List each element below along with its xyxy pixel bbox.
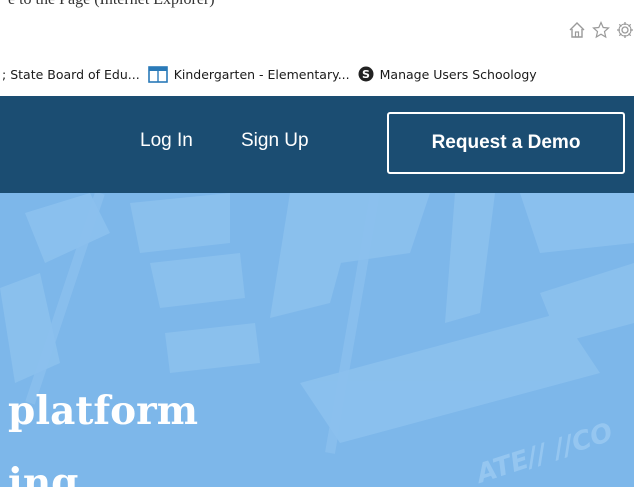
browser-window: e to the Page (Internet Explorer) — [0, 0, 634, 487]
favorite-label: State Board of Edu... — [10, 66, 140, 82]
star-icon[interactable] — [592, 21, 610, 39]
hero-banner: ATE// //CO platform ing — [0, 193, 634, 487]
hero-watermark-text: ATE// //CO — [471, 417, 617, 487]
site-header: Log In Sign Up Request a Demo — [0, 96, 634, 193]
svg-text:S: S — [362, 68, 370, 81]
favorites-bar: ; State Board of Edu... Kindergarten - E… — [0, 57, 634, 91]
favorite-prefix: ; — [2, 66, 7, 82]
schoology-icon: S — [358, 66, 374, 82]
signup-link[interactable]: Sign Up — [241, 130, 309, 152]
favorite-label: Manage Users Schoology — [379, 66, 537, 82]
gear-icon[interactable] — [616, 21, 634, 39]
page-icon — [147, 65, 168, 83]
home-icon[interactable] — [568, 21, 586, 39]
hero-heading-line2: ing — [8, 460, 79, 487]
favorite-kindergarten[interactable]: Kindergarten - Elementary... — [147, 65, 350, 83]
favorite-schoology[interactable]: S Manage Users Schoology — [358, 66, 537, 82]
login-link[interactable]: Log In — [140, 130, 193, 152]
request-demo-button[interactable]: Request a Demo — [387, 112, 625, 174]
hero-background-pattern: ATE// //CO — [0, 193, 634, 487]
favorite-label: Kindergarten - Elementary... — [173, 66, 350, 82]
title-bar-fragment: e to the Page (Internet Explorer) — [0, 0, 634, 14]
favorite-state-board[interactable]: ; State Board of Edu... — [0, 67, 140, 82]
hero-heading: platform — [8, 388, 198, 434]
browser-toolbar-icons — [568, 18, 634, 42]
title-bar-text: e to the Page (Internet Explorer) — [8, 0, 215, 9]
